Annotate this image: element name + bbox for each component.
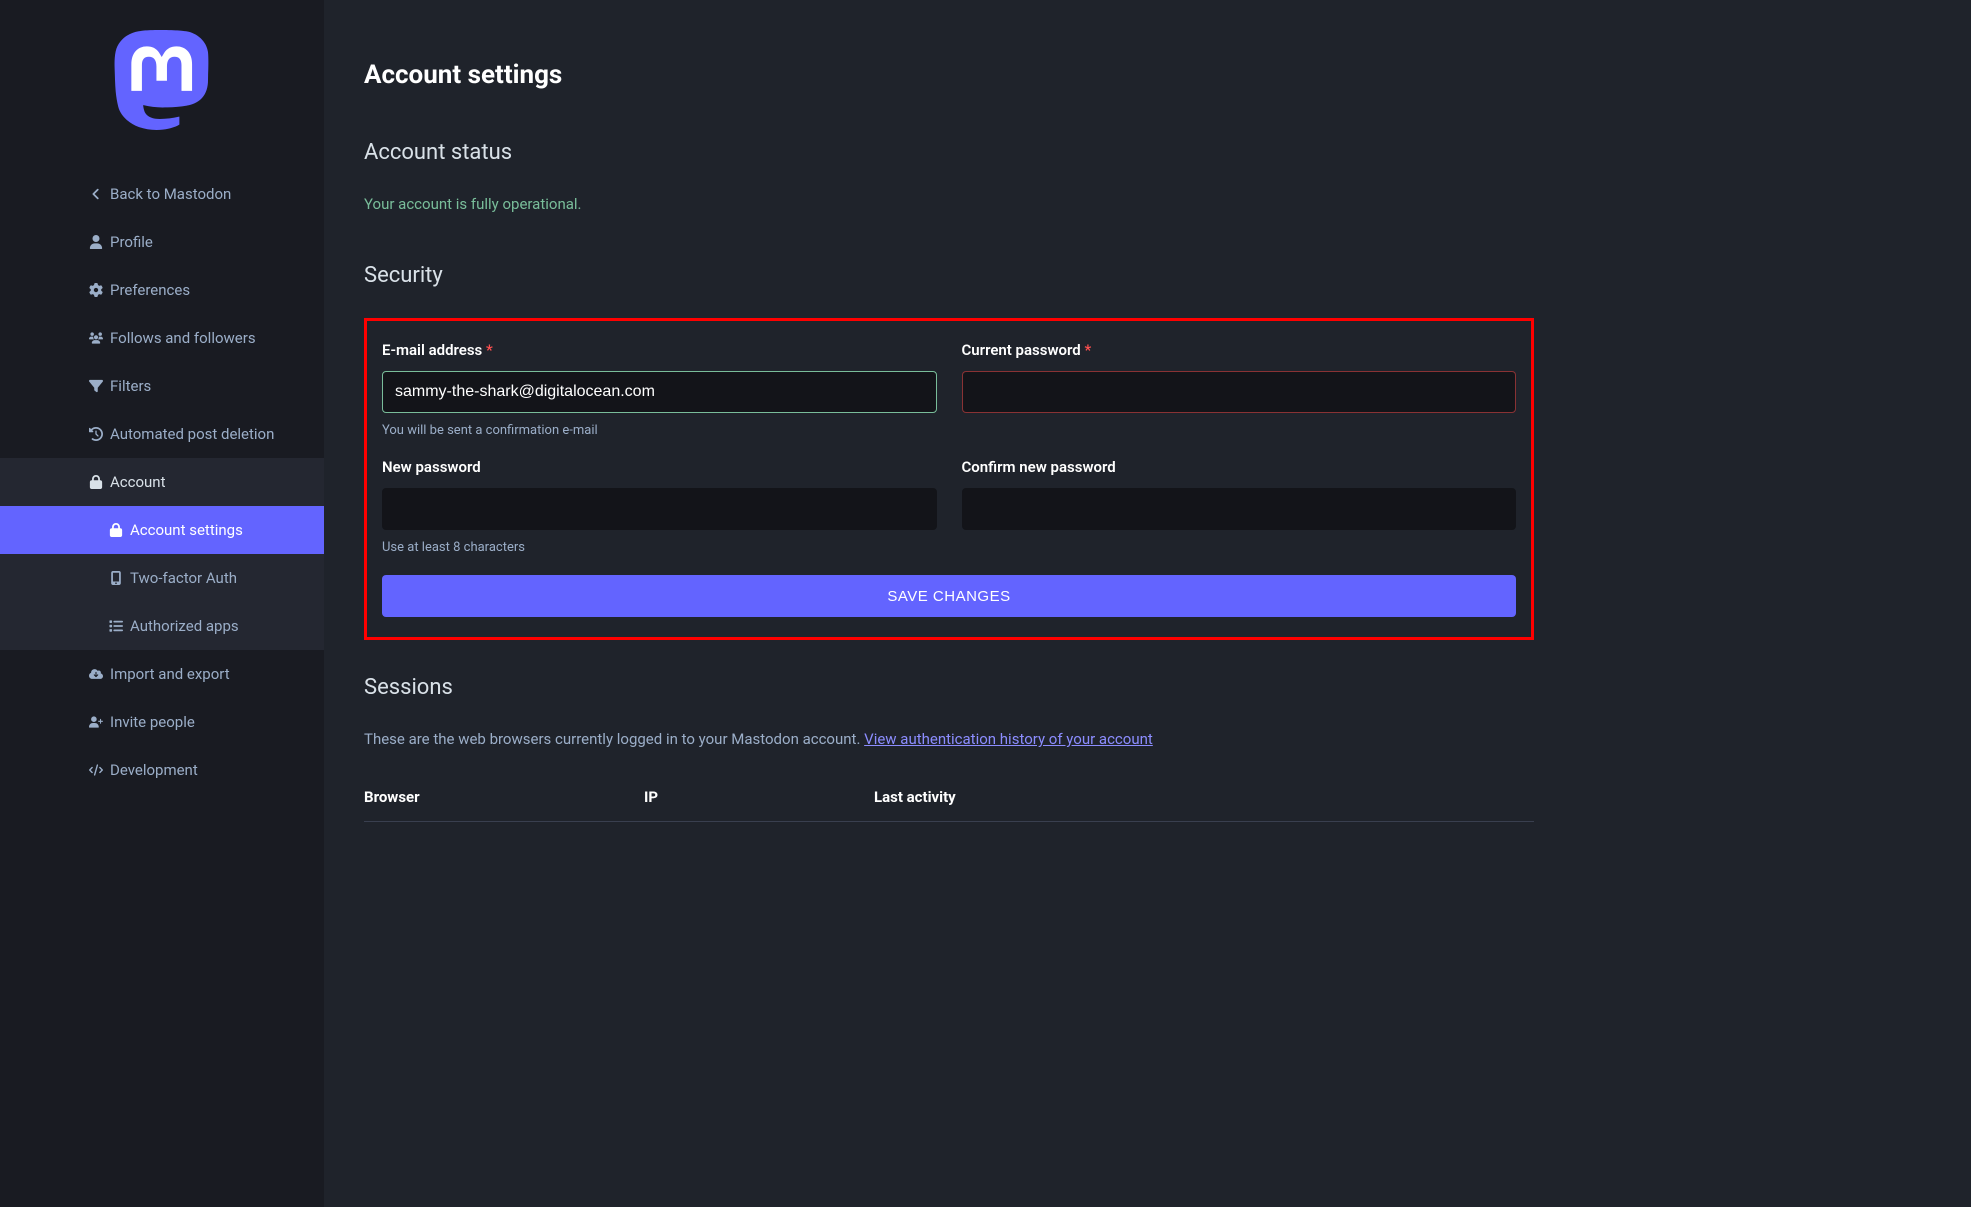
gear-icon (88, 282, 104, 298)
nav-import-export-label: Import and export (110, 665, 230, 683)
required-mark: * (486, 341, 493, 359)
nav-two-factor-auth[interactable]: Two-factor Auth (0, 554, 324, 602)
security-heading: Security (364, 263, 1534, 288)
sessions-heading: Sessions (364, 675, 1534, 700)
nav-account-submenu: Account settings Two-factor Auth Authori… (0, 506, 324, 650)
invite-icon (88, 714, 104, 730)
new-password-field[interactable] (382, 488, 937, 530)
new-password-help-text: Use at least 8 characters (382, 540, 937, 555)
nav-filters[interactable]: Filters (0, 362, 324, 410)
nav-development[interactable]: Development (0, 746, 324, 794)
th-last-activity: Last activity (874, 788, 1534, 806)
security-form-highlight: E-mail address * You will be sent a conf… (364, 318, 1534, 640)
confirm-password-label: Confirm new password (962, 458, 1517, 476)
nav-account-label: Account (110, 473, 166, 491)
nav-account[interactable]: Account (0, 458, 324, 506)
nav-automated-label: Automated post deletion (110, 425, 274, 443)
current-password-label: Current password * (962, 341, 1517, 359)
filter-icon (88, 378, 104, 394)
nav-authorized-apps-label: Authorized apps (130, 617, 239, 635)
user-icon (88, 234, 104, 250)
nav-profile-label: Profile (110, 233, 153, 251)
nav-invite-label: Invite people (110, 713, 195, 731)
mastodon-logo[interactable] (112, 30, 212, 130)
confirm-password-field[interactable] (962, 488, 1517, 530)
nav-back-label: Back to Mastodon (110, 185, 231, 203)
account-status-heading: Account status (364, 140, 1534, 165)
nav-import-export[interactable]: Import and export (0, 650, 324, 698)
sessions-table-header: Browser IP Last activity (364, 788, 1534, 822)
mobile-icon (108, 570, 124, 586)
new-password-group: New password Use at least 8 characters (382, 458, 937, 555)
current-password-field[interactable] (962, 371, 1517, 413)
nav-authorized-apps[interactable]: Authorized apps (0, 602, 324, 650)
nav-account-settings[interactable]: Account settings (0, 506, 324, 554)
nav-two-factor-label: Two-factor Auth (130, 569, 237, 587)
code-icon (88, 762, 104, 778)
nav-preferences[interactable]: Preferences (0, 266, 324, 314)
nav-filters-label: Filters (110, 377, 151, 395)
nav-automated-post-deletion[interactable]: Automated post deletion (0, 410, 324, 458)
nav-profile[interactable]: Profile (0, 218, 324, 266)
email-help-text: You will be sent a confirmation e-mail (382, 423, 937, 438)
email-group: E-mail address * You will be sent a conf… (382, 341, 937, 438)
auth-history-link[interactable]: View authentication history of your acco… (864, 730, 1153, 748)
nav-preferences-label: Preferences (110, 281, 190, 299)
sessions-description: These are the web browsers currently log… (364, 730, 1534, 748)
nav: Back to Mastodon Profile Preferences Fol… (0, 170, 324, 794)
current-password-group: Current password * (962, 341, 1517, 438)
account-status-message: Your account is fully operational. (364, 195, 1534, 213)
new-password-label: New password (382, 458, 937, 476)
nav-follows-label: Follows and followers (110, 329, 256, 347)
lock-icon (108, 522, 124, 538)
confirm-password-group: Confirm new password (962, 458, 1517, 555)
lock-icon (88, 474, 104, 490)
nav-back[interactable]: Back to Mastodon (0, 170, 324, 218)
email-label: E-mail address * (382, 341, 937, 359)
list-icon (108, 618, 124, 634)
chevron-left-icon (88, 186, 104, 202)
history-icon (88, 426, 104, 442)
save-changes-button[interactable]: SAVE CHANGES (382, 575, 1516, 617)
nav-account-settings-label: Account settings (130, 521, 243, 539)
cloud-download-icon (88, 666, 104, 682)
users-icon (88, 330, 104, 346)
th-browser: Browser (364, 788, 644, 806)
sidebar: Back to Mastodon Profile Preferences Fol… (0, 0, 324, 1207)
main-content: Account settings Account status Your acc… (324, 0, 1574, 1207)
email-field[interactable] (382, 371, 937, 413)
page-title: Account settings (364, 60, 1534, 90)
nav-development-label: Development (110, 761, 198, 779)
nav-invite-people[interactable]: Invite people (0, 698, 324, 746)
th-ip: IP (644, 788, 874, 806)
nav-follows[interactable]: Follows and followers (0, 314, 324, 362)
required-mark: * (1084, 341, 1091, 359)
